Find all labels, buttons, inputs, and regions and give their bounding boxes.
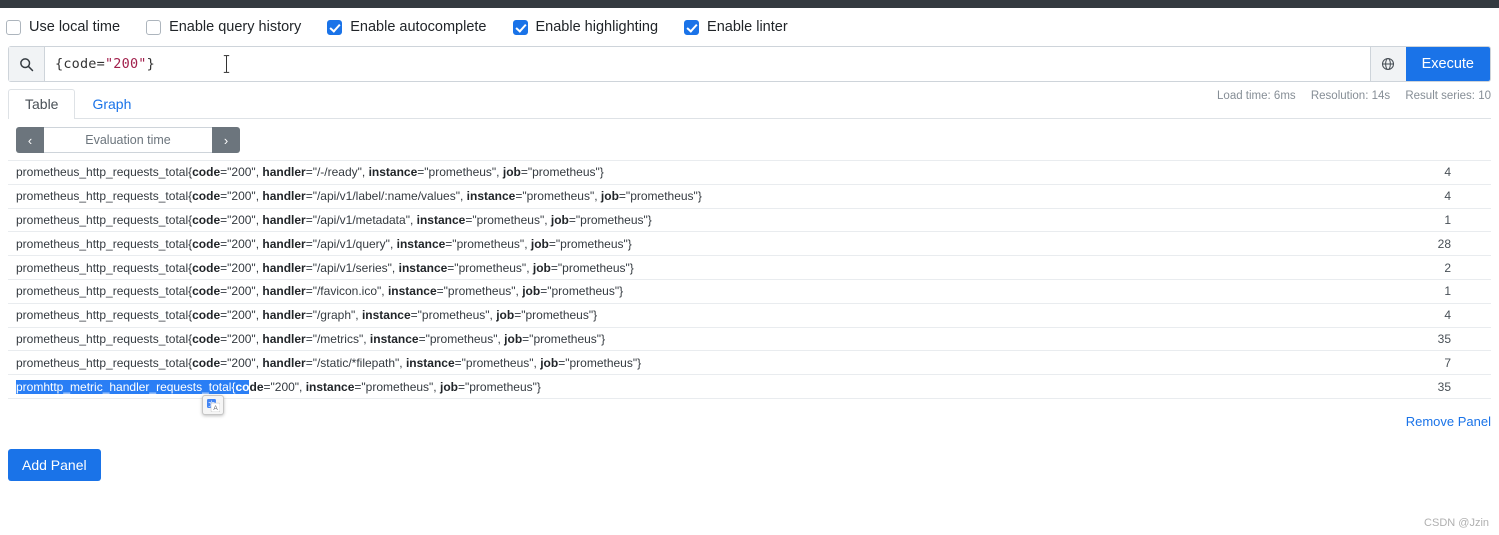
option-enable-highlighting[interactable]: Enable highlighting	[512, 19, 659, 35]
metric-value: 2	[1444, 260, 1451, 275]
option-label: Enable query history	[169, 19, 302, 35]
metric-series-label: prometheus_http_requests_total{code="200…	[16, 236, 632, 251]
checkbox-checked-icon[interactable]	[327, 19, 343, 35]
chevron-right-icon[interactable]: ›	[212, 127, 240, 153]
metric-series-label: prometheus_http_requests_total{code="200…	[16, 355, 642, 370]
svg-text:A: A	[213, 405, 218, 412]
query-bar: {code="200"} Execute	[8, 46, 1491, 82]
option-enable-query-history[interactable]: Enable query history	[146, 19, 301, 35]
table-row[interactable]: prometheus_http_requests_total{code="200…	[8, 304, 1491, 328]
metric-series-label: prometheus_http_requests_total{code="200…	[16, 308, 598, 323]
table-row[interactable]: prometheus_http_requests_total{code="200…	[8, 209, 1491, 233]
metric-series-label: prometheus_http_requests_total{code="200…	[16, 212, 652, 227]
query-token-close: }	[146, 56, 155, 72]
history-globe-icon[interactable]	[1369, 47, 1406, 81]
metric-value: 1	[1444, 212, 1451, 227]
option-use-local-time[interactable]: Use local time	[6, 19, 120, 35]
metric-value: 35	[1437, 379, 1451, 394]
metric-value: 4	[1444, 308, 1451, 323]
option-label: Enable autocomplete	[350, 19, 487, 35]
table-row[interactable]: prometheus_http_requests_total{code="200…	[8, 185, 1491, 209]
table-row[interactable]: promhttp_metric_handler_requests_total{c…	[8, 375, 1491, 399]
search-icon[interactable]	[9, 47, 45, 81]
top-navbar	[0, 0, 1499, 8]
text-cursor-icon	[223, 54, 230, 74]
option-enable-linter[interactable]: Enable linter	[684, 19, 788, 35]
execute-button[interactable]: Execute	[1405, 47, 1490, 81]
checkbox-checked-icon[interactable]	[512, 19, 528, 35]
table-row[interactable]: prometheus_http_requests_total{code="200…	[8, 161, 1491, 185]
add-panel-button[interactable]: Add Panel	[8, 449, 101, 481]
google-translate-icon[interactable]: 文 A	[202, 395, 224, 415]
metric-value: 1	[1444, 284, 1451, 299]
evaluation-time-row: ‹ Evaluation time ›	[8, 127, 1491, 155]
table-row[interactable]: prometheus_http_requests_total{code="200…	[8, 280, 1491, 304]
metric-value: 35	[1437, 331, 1451, 346]
metric-series-label: prometheus_http_requests_total{code="200…	[16, 189, 702, 204]
metric-series-label: promhttp_metric_handler_requests_total{c…	[16, 379, 541, 394]
checkbox-unchecked-icon[interactable]	[6, 19, 21, 35]
stat-resolution: Resolution: 14s	[1310, 90, 1391, 102]
query-token-operator: =	[96, 56, 105, 72]
tab-graph[interactable]: Graph	[75, 89, 148, 119]
metric-series-label: prometheus_http_requests_total{code="200…	[16, 260, 634, 275]
metric-value: 7	[1444, 355, 1451, 370]
chevron-left-icon[interactable]: ‹	[16, 127, 44, 153]
checkbox-unchecked-icon[interactable]	[146, 19, 162, 35]
tab-table[interactable]: Table	[8, 89, 76, 119]
option-enable-autocomplete[interactable]: Enable autocomplete	[327, 19, 487, 35]
metric-series-label: prometheus_http_requests_total{code="200…	[16, 284, 624, 299]
evaluation-time-input[interactable]: Evaluation time	[44, 127, 212, 153]
table-row[interactable]: prometheus_http_requests_total{code="200…	[8, 328, 1491, 352]
watermark: CSDN @Jzin	[1424, 517, 1489, 529]
query-input[interactable]: {code="200"}	[45, 47, 1370, 81]
metric-series-label: prometheus_http_requests_total{code="200…	[16, 331, 606, 346]
option-label: Enable highlighting	[535, 19, 659, 35]
query-expression: {code="200"}	[55, 56, 155, 72]
metric-value: 4	[1444, 165, 1451, 180]
metric-value: 28	[1437, 236, 1451, 251]
query-token-string: "200"	[104, 56, 147, 72]
table-row[interactable]: prometheus_http_requests_total{code="200…	[8, 232, 1491, 257]
table-row[interactable]: prometheus_http_requests_total{code="200…	[8, 256, 1491, 280]
query-token-label: code	[63, 56, 97, 72]
results-table: prometheus_http_requests_total{code="200…	[8, 160, 1491, 399]
metric-value: 4	[1444, 189, 1451, 204]
table-row[interactable]: prometheus_http_requests_total{code="200…	[8, 351, 1491, 376]
stat-load-time: Load time: 6ms	[1217, 90, 1296, 102]
stat-result-series: Result series: 10	[1405, 90, 1491, 102]
option-label: Use local time	[29, 19, 121, 35]
remove-panel-link[interactable]: Remove Panel	[1406, 414, 1491, 429]
evaluation-time-group: ‹ Evaluation time ›	[16, 127, 240, 153]
query-options-row: Use local time Enable query history Enable…	[0, 8, 1499, 46]
query-stats: Load time: 6ms Resolution: 14s Result se…	[1205, 90, 1491, 102]
metric-series-label: prometheus_http_requests_total{code="200…	[16, 165, 604, 180]
prometheus-expression-browser: Use local time Enable query history Enable…	[0, 0, 1499, 535]
checkbox-checked-icon[interactable]	[684, 19, 700, 35]
option-label: Enable linter	[707, 19, 788, 35]
